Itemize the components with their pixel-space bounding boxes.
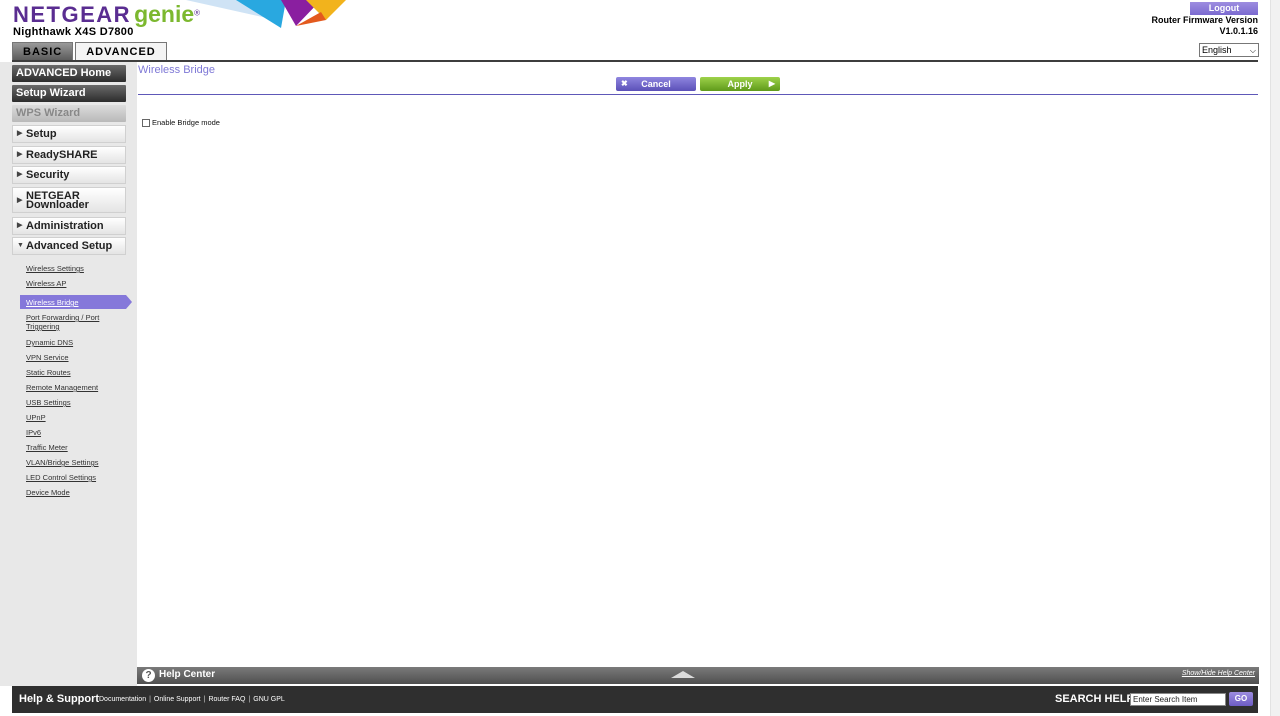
submenu-dynamic-dns[interactable]: Dynamic DNS — [26, 338, 73, 347]
firmware-version: V1.0.1.16 — [1219, 26, 1258, 36]
page-title: Wireless Bridge — [138, 64, 216, 76]
sidebar-item-setup[interactable]: ▶ Setup — [12, 125, 126, 143]
chevron-down-icon: ⌵ — [1249, 46, 1256, 55]
tab-advanced[interactable]: ADVANCED — [75, 42, 167, 60]
submenu-ipv6[interactable]: IPv6 — [26, 428, 41, 437]
enable-bridge-mode-checkbox[interactable] — [142, 118, 150, 127]
search-input[interactable]: Enter Search Item — [1130, 693, 1226, 706]
help-center-label: Help Center — [159, 669, 216, 680]
link-separator: | — [203, 696, 206, 703]
router-faq-link[interactable]: Router FAQ — [208, 696, 245, 703]
firmware-label: Router Firmware Version — [1151, 15, 1258, 25]
tab-basic[interactable]: BASIC — [12, 42, 74, 60]
footer-title: Help & Support — [19, 693, 100, 705]
expand-arrow-icon: ▶ — [17, 197, 23, 204]
logo-graphic-icon — [186, 0, 346, 28]
apply-button[interactable]: Apply ▶ — [700, 77, 780, 91]
submenu-remote-management[interactable]: Remote Management — [26, 383, 98, 392]
sidebar: ADVANCED Home Setup Wizard WPS Wizard ▶ … — [0, 62, 137, 686]
title-divider — [138, 94, 1258, 95]
sidebar-item-netgear-downloader[interactable]: ▶ NETGEAR Downloader — [12, 187, 126, 213]
search-help-label: SEARCH HELP — [1055, 693, 1134, 705]
sidebar-item-readyshare[interactable]: ▶ ReadySHARE — [12, 146, 126, 164]
submenu-usb-settings[interactable]: USB Settings — [26, 398, 71, 407]
search-go-button[interactable]: GO — [1229, 692, 1253, 706]
gnu-gpl-link[interactable]: GNU GPL — [253, 696, 285, 703]
enable-bridge-mode-label: Enable Bridge mode — [152, 118, 220, 127]
cancel-button-label: Cancel — [641, 79, 671, 89]
logout-button[interactable]: Logout — [1190, 2, 1258, 15]
router-model: Nighthawk X4S D7800 — [13, 26, 134, 38]
close-icon: ✖ — [621, 79, 628, 88]
sidebar-item-administration[interactable]: ▶ Administration — [12, 217, 126, 235]
sidebar-item-label: Administration — [26, 220, 104, 232]
submenu-wireless-settings[interactable]: Wireless Settings — [26, 264, 84, 273]
netgear-genie-logo: NETGEAR genie® — [13, 1, 200, 29]
expand-arrow-icon: ▶ — [17, 222, 23, 229]
main-content: Wireless Bridge ✖ Cancel Apply ▶ Enable … — [137, 62, 1259, 667]
header: NETGEAR genie® Nighthawk X4S D7800 BASIC … — [0, 0, 1280, 62]
submenu-vlan-bridge-settings[interactable]: VLAN/Bridge Settings — [26, 458, 99, 467]
cancel-button[interactable]: ✖ Cancel — [616, 77, 696, 91]
apply-button-label: Apply — [727, 79, 753, 89]
sidebar-item-label: Setup — [26, 128, 57, 140]
sidebar-item-security[interactable]: ▶ Security — [12, 166, 126, 184]
submenu-wireless-bridge[interactable]: Wireless Bridge — [26, 298, 79, 307]
help-icon: ? — [142, 669, 155, 682]
play-arrow-icon: ▶ — [768, 79, 775, 88]
collapse-arrow-icon: ▼ — [17, 242, 24, 249]
help-center-bar: ? Help Center Show/Hide Help Center — [137, 667, 1259, 684]
sidebar-item-label: NETGEAR Downloader — [26, 190, 89, 211]
submenu-wireless-ap[interactable]: Wireless AP — [26, 279, 66, 288]
mode-tabs: BASIC ADVANCED — [12, 42, 167, 62]
sidebar-item-label: Security — [26, 169, 70, 181]
page-scrollbar[interactable] — [1270, 0, 1280, 716]
setup-wizard-button[interactable]: Setup Wizard — [12, 85, 126, 102]
expand-arrow-icon: ▶ — [17, 151, 23, 158]
submenu-port-forwarding[interactable]: Port Forwarding / Port Triggering — [26, 313, 116, 331]
language-selected-value: English — [1202, 45, 1232, 55]
footer-links: Documentation | Online Support | Router … — [99, 696, 285, 703]
documentation-link[interactable]: Documentation — [99, 696, 146, 703]
bridge-mode-option: Enable Bridge mode — [142, 118, 220, 127]
brand-name: NETGEAR — [13, 2, 132, 27]
advanced-home-button[interactable]: ADVANCED Home — [12, 65, 126, 82]
expand-arrow-icon: ▶ — [17, 130, 23, 137]
language-select[interactable]: English ⌵ — [1199, 43, 1259, 57]
show-hide-help-center-link[interactable]: Show/Hide Help Center — [1182, 670, 1255, 677]
submenu-led-control-settings[interactable]: LED Control Settings — [26, 473, 96, 482]
sidebar-item-label: Advanced Setup — [26, 240, 113, 252]
footer: Help & Support Documentation | Online Su… — [12, 686, 1258, 713]
link-separator: | — [149, 696, 151, 703]
expand-up-icon[interactable] — [671, 671, 695, 678]
expand-arrow-icon: ▶ — [17, 171, 23, 178]
sidebar-item-label: ReadySHARE — [26, 149, 98, 161]
sidebar-item-advanced-setup[interactable]: ▼ Advanced Setup — [12, 237, 126, 255]
link-separator: | — [248, 696, 251, 703]
submenu-device-mode[interactable]: Device Mode — [26, 488, 70, 497]
online-support-link[interactable]: Online Support — [154, 696, 201, 703]
wps-wizard-button[interactable]: WPS Wizard — [12, 105, 126, 122]
submenu-upnp[interactable]: UPnP — [26, 413, 46, 422]
submenu-vpn-service[interactable]: VPN Service — [26, 353, 69, 362]
submenu-static-routes[interactable]: Static Routes — [26, 368, 71, 377]
submenu-traffic-meter[interactable]: Traffic Meter — [26, 443, 68, 452]
